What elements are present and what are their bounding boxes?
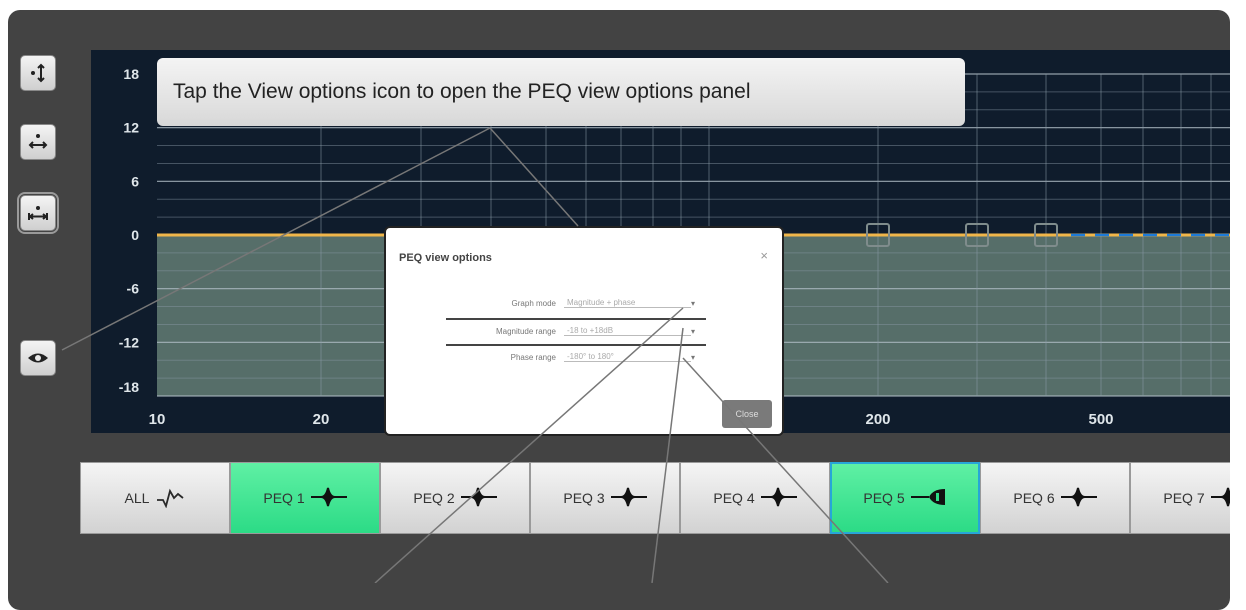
x-tick-label: 10	[149, 411, 166, 428]
y-tick-label: -12	[119, 334, 139, 350]
y-tick-label: 0	[131, 227, 139, 243]
peak-filter-icon	[1060, 486, 1097, 511]
horizontal-zoom-button[interactable]	[20, 124, 56, 160]
peq-view-options-dialog: PEQ view options × Graph mode Magnitude …	[384, 226, 784, 436]
magnitude-range-row: Magnitude range -18 to +18dB ▾	[446, 318, 706, 342]
high-shelf-icon	[910, 486, 947, 511]
peq-button-label: PEQ 3	[563, 490, 605, 506]
peak-filter-icon	[760, 486, 797, 511]
peq-button-peq4[interactable]: PEQ 4	[680, 462, 830, 534]
peq-button-label: PEQ 1	[263, 490, 305, 506]
peak-filter-icon	[1210, 486, 1230, 511]
peq-button-peq2[interactable]: PEQ 2	[380, 462, 530, 534]
peq-button-peq1[interactable]: PEQ 1	[230, 462, 380, 534]
peq-button-peq6[interactable]: PEQ 6	[980, 462, 1130, 534]
peq-button-peq7[interactable]: PEQ 7	[1130, 462, 1230, 534]
graph-mode-label: Graph mode	[511, 298, 556, 308]
all-curve-icon	[155, 486, 185, 511]
peq-band-selector: ALL PEQ 1 PEQ 2 PEQ 3 PEQ 4 PEQ 5 PEQ 6 PEQ 7	[80, 462, 1230, 534]
y-tick-label: -6	[127, 281, 140, 297]
peak-filter-icon	[460, 486, 497, 511]
x-tick-label: 20	[313, 411, 330, 428]
chevron-down-icon[interactable]: ▾	[691, 353, 695, 362]
peq-button-peq3[interactable]: PEQ 3	[530, 462, 680, 534]
magnitude-range-label: Magnitude range	[495, 326, 556, 336]
dialog-title: PEQ view options	[399, 252, 492, 264]
peq-button-label: ALL	[124, 490, 150, 506]
phase-range-select[interactable]: -180° to 180°	[564, 352, 691, 362]
y-tick-label: -18	[119, 379, 139, 395]
y-tick-label: 12	[123, 120, 139, 136]
vertical-zoom-button[interactable]	[20, 55, 56, 91]
peak-filter-icon	[310, 486, 347, 511]
graph-mode-select[interactable]: Magnitude + phase	[564, 298, 691, 308]
fit-width-icon	[28, 206, 48, 220]
graph-mode-row: Graph mode Magnitude + phase ▾	[446, 292, 706, 314]
y-tick-label: 18	[123, 66, 139, 82]
peq-button-label: PEQ 2	[413, 490, 455, 506]
fit-width-button[interactable]	[17, 192, 59, 234]
peq-button-label: PEQ 5	[863, 490, 905, 506]
x-tick-label: 200	[865, 411, 890, 428]
peq-button-all[interactable]: ALL	[80, 462, 230, 534]
peq-button-label: PEQ 4	[713, 490, 755, 506]
view-options-button[interactable]	[20, 340, 56, 376]
peq-button-peq5[interactable]: PEQ 5	[830, 462, 980, 534]
chevron-down-icon[interactable]: ▾	[691, 299, 695, 308]
peak-filter-icon	[610, 486, 647, 511]
peq-button-label: PEQ 6	[1013, 490, 1055, 506]
phase-range-row: Phase range -180° to 180° ▾	[446, 344, 706, 368]
x-tick-label: 500	[1088, 411, 1113, 428]
vertical-zoom-icon	[31, 63, 45, 83]
eye-icon	[28, 353, 48, 363]
y-tick-label: 6	[131, 173, 139, 189]
magnitude-range-select[interactable]: -18 to +18dB	[564, 326, 691, 336]
horizontal-zoom-icon	[28, 134, 48, 149]
phase-range-label: Phase range	[510, 352, 556, 362]
peq-button-label: PEQ 7	[1163, 490, 1205, 506]
chevron-down-icon[interactable]: ▾	[691, 327, 695, 336]
close-icon[interactable]: ×	[760, 248, 768, 263]
instruction-text: Tap the View options icon to open the PE…	[173, 80, 751, 103]
instruction-callout: Tap the View options icon to open the PE…	[157, 58, 965, 126]
close-button[interactable]: Close	[722, 400, 772, 428]
